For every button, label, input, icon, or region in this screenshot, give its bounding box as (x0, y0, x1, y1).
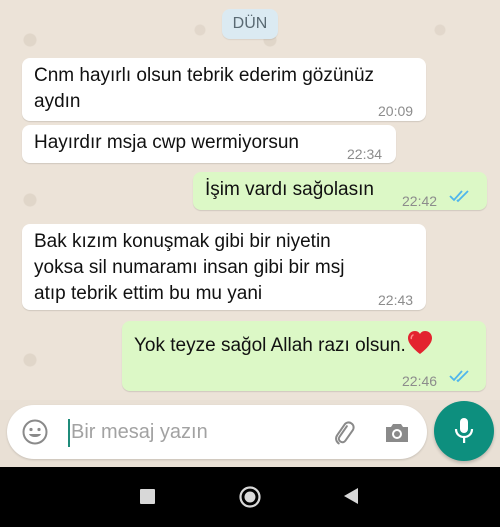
message-bubble-incoming[interactable]: Hayırdır msja cwp wermiyorsun 22:34 (22, 125, 396, 163)
camera-icon[interactable] (383, 419, 411, 447)
read-ticks-icon (449, 190, 469, 203)
message-time: 22:43 (378, 292, 414, 308)
message-bubble-outgoing[interactable]: İşim vardı sağolasın 22:42 (193, 172, 487, 210)
message-text: Cnm hayırlı olsun tebrik ederim gözünüz … (34, 63, 374, 115)
recent-apps-icon[interactable] (140, 489, 155, 504)
attach-icon[interactable] (329, 419, 357, 447)
message-line: atıp tebrik ettim bu mu yani (34, 283, 263, 304)
message-bubble-outgoing[interactable]: Yok teyze sağol Allah razı olsun. 22:46 (122, 321, 486, 391)
home-icon[interactable] (238, 485, 262, 509)
text-caret (68, 419, 70, 447)
message-line: Bak kızım konuşmak gibi bir niyetin (34, 231, 331, 252)
message-time: 20:09 (378, 103, 414, 119)
message-text: Yok teyze sağol Allah razı olsun. (134, 330, 433, 359)
message-bubble-incoming[interactable]: Bak kızım konuşmak gibi bir niyetin yoks… (22, 224, 426, 310)
message-line: Yok teyze sağol Allah razı olsun. (134, 335, 406, 356)
back-icon[interactable] (343, 487, 359, 505)
message-time: 22:34 (347, 146, 383, 162)
message-text: İşim vardı sağolasın (205, 179, 374, 200)
message-time: 22:42 (402, 193, 438, 209)
message-line: yoksa sil numaramı insan gibi bir msj (34, 257, 345, 278)
message-line: Cnm hayırlı olsun tebrik ederim gözünüz (34, 65, 375, 86)
emoji-icon[interactable] (21, 418, 49, 446)
message-bubble-incoming[interactable]: Cnm hayırlı olsun tebrik ederim gözünüz … (22, 58, 426, 121)
message-line: aydın (34, 91, 81, 112)
message-composer[interactable]: Bir mesaj yazın (7, 405, 427, 459)
date-divider: DÜN (222, 9, 278, 39)
system-nav-bar (0, 467, 500, 527)
red-heart-emoji-icon (407, 331, 432, 354)
message-text: Bak kızım konuşmak gibi bir niyetin yoks… (34, 229, 344, 307)
message-input[interactable]: Bir mesaj yazın (71, 421, 208, 444)
mic-button[interactable] (434, 401, 494, 461)
message-text: Hayırdır msja cwp wermiyorsun (34, 132, 299, 153)
message-time: 22:46 (402, 373, 438, 389)
mic-icon (454, 418, 474, 443)
read-ticks-icon (449, 370, 469, 383)
chat-area: DÜN Cnm hayırlı olsun tebrik ederim gözü… (0, 0, 500, 400)
